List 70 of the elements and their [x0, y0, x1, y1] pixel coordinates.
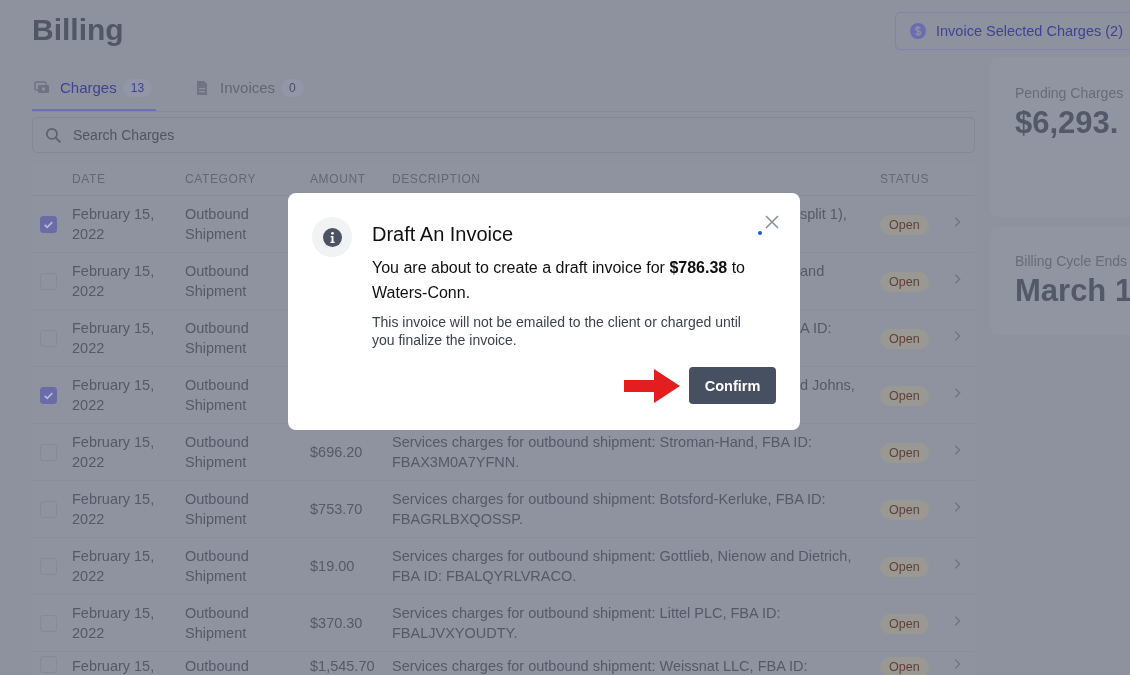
- dialog-note: This invoice will not be emailed to the client or charged until you finalize the invoice.: [372, 313, 742, 349]
- description-cell: Services charges for outbound shipment: Botsford-Kerluke, FBA ID: FBAGRLBXQOSSP.: [392, 491, 826, 527]
- confirm-button[interactable]: Confirm: [689, 367, 776, 404]
- checkbox[interactable]: [40, 215, 57, 233]
- date-cell-text: February 15, 2022: [72, 262, 156, 301]
- description-cell: Services charges for outbound shipment: Littel PLC, FBA ID: FBALJVXYOUDTY.: [392, 605, 781, 641]
- stat-value: $6,293.: [1015, 105, 1120, 141]
- checkbox[interactable]: [40, 386, 57, 404]
- status-badge: Open: [880, 613, 929, 634]
- category-cell-text: Outbound Shipment: [185, 433, 250, 472]
- category-cell-text: Outbound Shipment: [185, 604, 250, 643]
- count-badge: 0: [281, 78, 304, 97]
- count-badge: 13: [122, 78, 153, 97]
- category-cell-text: Outbound Shipment: [185, 205, 250, 244]
- date-cell-text: February 15, 2022: [72, 604, 156, 643]
- category-cell-text: Outbound Shipment: [185, 547, 250, 586]
- description-cell: split 1),: [800, 206, 847, 222]
- dollar-icon: [910, 23, 926, 39]
- date-cell-text: February 15, 2022: [72, 547, 156, 586]
- status-badge: Open: [880, 499, 929, 520]
- description-cell: Services charges for outbound shipment: Weissnat LLC, FBA ID:: [392, 658, 808, 674]
- category-cell-text: Outbound Shipment: [185, 319, 250, 358]
- amount-cell: $1,545.70: [310, 658, 375, 674]
- date-cell-text: February 15, 2022: [72, 433, 156, 472]
- description-cell: A ID:: [800, 320, 832, 336]
- tab[interactable]: Charges 13: [32, 66, 157, 111]
- category-cell-text: Outbound Shipment: [185, 376, 250, 415]
- dialog-title: Draft An Invoice: [372, 223, 514, 246]
- amount-cell: $370.30: [310, 615, 363, 631]
- date-cell-text: February 15,: [72, 657, 156, 675]
- amount-cell: $19.00: [310, 558, 355, 574]
- description-cell: Services charges for outbound shipment: Gottlieb, Nienow and Dietrich, FBA ID: FBALQYRLVRACO.: [392, 548, 852, 584]
- amount-cell: $753.70: [310, 501, 363, 517]
- status-badge: Open: [880, 556, 929, 577]
- date-cell-text: February 15, 2022: [72, 205, 156, 244]
- date-cell-text: February 15, 2022: [72, 490, 156, 529]
- date-cell-text: February 15, 2022: [72, 376, 156, 415]
- close-icon[interactable]: [764, 214, 780, 230]
- chevron-right-icon[interactable]: [952, 443, 962, 457]
- category-cell-text: Outbound Shipment: [185, 490, 250, 529]
- invoice-selected-button[interactable]: Invoice Selected Charges (2): [895, 12, 1130, 50]
- description-cell: Services charges for outbound shipment: Stroman-Hand, FBA ID: FBAX3M0A7YFNN.: [392, 434, 812, 470]
- dialog-message: You are about to create a draft invoice for $786.38 to Waters-Conn.: [372, 258, 746, 303]
- focus-dot: [758, 231, 762, 235]
- search-field[interactable]: Search Charges: [32, 117, 975, 153]
- category-cell-text: Outbound: [185, 657, 250, 675]
- status-badge: Open: [880, 385, 929, 406]
- category-cell-text: Outbound Shipment: [185, 262, 250, 301]
- chevron-right-icon[interactable]: [952, 386, 962, 400]
- date-cell-text: February 15, 2022: [72, 319, 156, 358]
- search-icon: [45, 127, 62, 144]
- chevron-right-icon[interactable]: [952, 557, 962, 571]
- description-cell: and: [800, 263, 825, 279]
- chevron-right-icon[interactable]: [952, 657, 962, 671]
- status-badge: Open: [880, 214, 929, 235]
- status-badge: Open: [880, 657, 929, 675]
- chevron-right-icon[interactable]: [952, 614, 962, 628]
- chevron-right-icon[interactable]: [952, 215, 962, 229]
- chevron-right-icon[interactable]: [952, 329, 962, 343]
- arrow-icon: [624, 368, 680, 403]
- status-badge: Open: [880, 328, 929, 349]
- page-title: Billing: [32, 13, 124, 47]
- amount-cell: $696.20: [310, 444, 363, 460]
- status-badge: Open: [880, 271, 929, 292]
- info-icon: [312, 217, 352, 257]
- chevron-right-icon[interactable]: [952, 272, 962, 286]
- status-badge: Open: [880, 442, 929, 463]
- description-cell: d Johns,: [800, 377, 855, 393]
- chevron-right-icon[interactable]: [952, 500, 962, 514]
- money-icon: [34, 79, 50, 96]
